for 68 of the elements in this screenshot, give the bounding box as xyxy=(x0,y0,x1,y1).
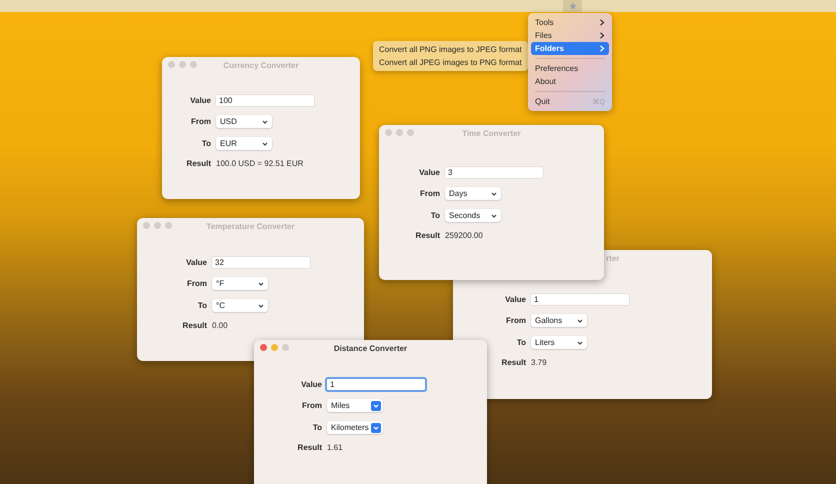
value-field[interactable]: 100 xyxy=(216,95,314,106)
window-title: Distance Converter xyxy=(334,344,408,352)
field-label: Value xyxy=(504,295,526,304)
from-select[interactable]: Days xyxy=(445,187,501,200)
to-select[interactable]: °C xyxy=(212,299,268,312)
chevron-icon xyxy=(371,422,381,432)
field-label: From xyxy=(505,316,526,325)
close-button[interactable] xyxy=(168,61,175,68)
value-field[interactable]: 1 xyxy=(327,379,425,390)
field-label: From xyxy=(190,117,211,126)
field-label: From xyxy=(419,189,440,198)
zoom-button[interactable] xyxy=(165,222,172,229)
close-button[interactable] xyxy=(143,222,150,229)
to-select[interactable]: EUR xyxy=(216,137,272,150)
from-select[interactable]: Gallons xyxy=(531,314,587,327)
field-label: Value xyxy=(185,258,207,267)
value-field[interactable]: 1 xyxy=(531,294,629,305)
field-label: To xyxy=(430,211,440,220)
result-value: 259200.00 xyxy=(445,231,484,240)
minimize-button[interactable] xyxy=(396,129,403,136)
status-item[interactable] xyxy=(563,0,582,12)
field-label: To xyxy=(516,338,526,347)
field-label: Value xyxy=(418,168,440,177)
field-label: Result xyxy=(500,358,526,367)
field-label: Result xyxy=(182,321,207,330)
minimize-button[interactable] xyxy=(179,61,186,68)
to-select[interactable]: Liters xyxy=(531,336,587,349)
value-field[interactable]: 3 xyxy=(445,167,543,178)
window-title: Currency Converter xyxy=(223,60,299,70)
field-label: Result xyxy=(186,159,211,168)
from-select[interactable]: °F xyxy=(212,277,268,290)
field-label: Value xyxy=(189,96,211,105)
field-label: From xyxy=(301,401,322,410)
minimize-button[interactable] xyxy=(271,344,278,351)
window-title: rter xyxy=(606,254,620,262)
zoom-button[interactable] xyxy=(190,61,197,68)
close-button[interactable] xyxy=(385,129,392,136)
field-label: From xyxy=(186,279,207,288)
minimize-button[interactable] xyxy=(154,222,161,229)
result-value: 3.79 xyxy=(531,358,548,367)
submenu-item[interactable]: Convert all JPEG images to PNG format xyxy=(376,56,525,69)
submenu-item[interactable]: Convert all PNG images to JPEG format xyxy=(376,43,525,56)
menu-item[interactable]: Folders xyxy=(531,42,609,55)
field-label: To xyxy=(196,301,207,310)
menu-item[interactable]: Preferences xyxy=(531,62,609,75)
star-icon xyxy=(568,2,576,10)
menu-item[interactable]: Tools xyxy=(531,16,609,29)
field-label: To xyxy=(312,423,322,432)
result-value: 0.00 xyxy=(212,321,229,330)
field-label: To xyxy=(200,139,211,148)
value-field[interactable]: 32 xyxy=(212,257,310,268)
from-select[interactable]: USD xyxy=(216,115,272,128)
window-title: Time Converter xyxy=(462,128,521,138)
to-select[interactable]: Kilometers xyxy=(327,421,383,434)
menu-item[interactable]: About xyxy=(531,75,609,88)
menu-item[interactable]: Files xyxy=(531,29,609,42)
result-value: 1.61 xyxy=(327,443,344,452)
zoom-button[interactable] xyxy=(282,344,289,351)
chevron-icon xyxy=(371,400,381,410)
field-label: Result xyxy=(296,443,322,452)
field-label: Value xyxy=(300,380,322,389)
close-button[interactable] xyxy=(260,344,267,351)
window-title: Temperature Converter xyxy=(206,222,294,230)
from-select[interactable]: Miles xyxy=(327,399,383,412)
to-select[interactable]: Seconds xyxy=(445,209,501,222)
field-label: Result xyxy=(414,231,440,240)
result-value: 100.0 USD = 92.51 EUR xyxy=(216,159,304,168)
zoom-button[interactable] xyxy=(407,129,414,136)
